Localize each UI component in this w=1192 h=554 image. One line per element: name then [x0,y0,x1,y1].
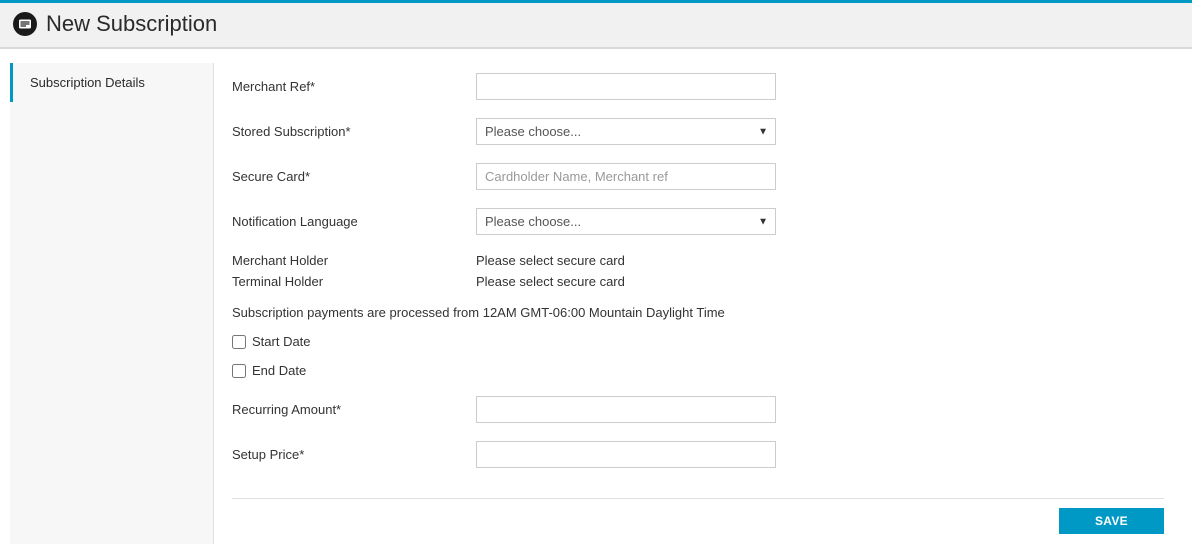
row-stored-subscription: Stored Subscription* Please choose... ▼ [232,118,1164,145]
recurring-amount-label: Recurring Amount* [232,402,476,417]
start-date-label: Start Date [252,334,311,349]
footer-bar: SAVE [232,498,1164,534]
row-recurring-amount: Recurring Amount* [232,396,1164,423]
row-setup-price: Setup Price* [232,441,1164,468]
notification-language-select[interactable]: Please choose... [476,208,776,235]
row-start-date: Start Date [232,334,1164,349]
terminal-holder-label: Terminal Holder [232,274,476,289]
save-button[interactable]: SAVE [1059,508,1164,534]
subscription-icon [12,11,38,37]
merchant-holder-value: Please select secure card [476,253,625,268]
row-merchant-ref: Merchant Ref* [232,73,1164,100]
row-terminal-holder: Terminal Holder Please select secure car… [232,274,1164,289]
processing-info-line: Subscription payments are processed from… [232,305,1164,320]
page-title: New Subscription [46,11,217,37]
sidebar: Subscription Details [10,63,214,544]
start-date-checkbox[interactable] [232,335,246,349]
merchant-ref-input[interactable] [476,73,776,100]
sidebar-item-label: Subscription Details [30,75,145,90]
row-notification-language: Notification Language Please choose... ▼ [232,208,1164,235]
secure-card-label: Secure Card* [232,169,476,184]
row-end-date: End Date [232,363,1164,378]
recurring-amount-input[interactable] [476,396,776,423]
end-date-label: End Date [252,363,306,378]
body: Subscription Details Merchant Ref* Store… [0,49,1192,554]
main-panel: Merchant Ref* Stored Subscription* Pleas… [214,63,1182,544]
merchant-holder-label: Merchant Holder [232,253,476,268]
page-header: New Subscription [0,3,1192,49]
terminal-holder-value: Please select secure card [476,274,625,289]
stored-subscription-select[interactable]: Please choose... [476,118,776,145]
end-date-checkbox[interactable] [232,364,246,378]
setup-price-input[interactable] [476,441,776,468]
row-merchant-holder: Merchant Holder Please select secure car… [232,253,1164,268]
stored-subscription-label: Stored Subscription* [232,124,476,139]
sidebar-item-subscription-details[interactable]: Subscription Details [10,63,213,102]
row-secure-card: Secure Card* [232,163,1164,190]
setup-price-label: Setup Price* [232,447,476,462]
notification-language-label: Notification Language [232,214,476,229]
merchant-ref-label: Merchant Ref* [232,79,476,94]
secure-card-input[interactable] [476,163,776,190]
